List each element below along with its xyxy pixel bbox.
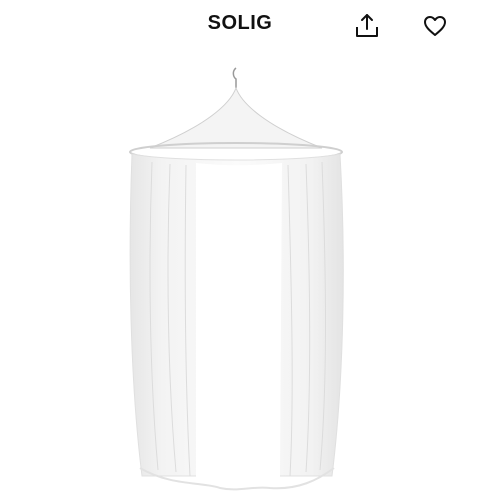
favorite-button[interactable] [420, 11, 450, 41]
product-title: SOLIG [207, 12, 273, 34]
share-icon [356, 14, 378, 37]
canopy-image [129, 67, 344, 491]
share-button[interactable] [352, 11, 382, 41]
product-header: SOLIG [0, 0, 480, 50]
product-image[interactable] [0, 50, 480, 496]
heart-icon [424, 16, 446, 36]
